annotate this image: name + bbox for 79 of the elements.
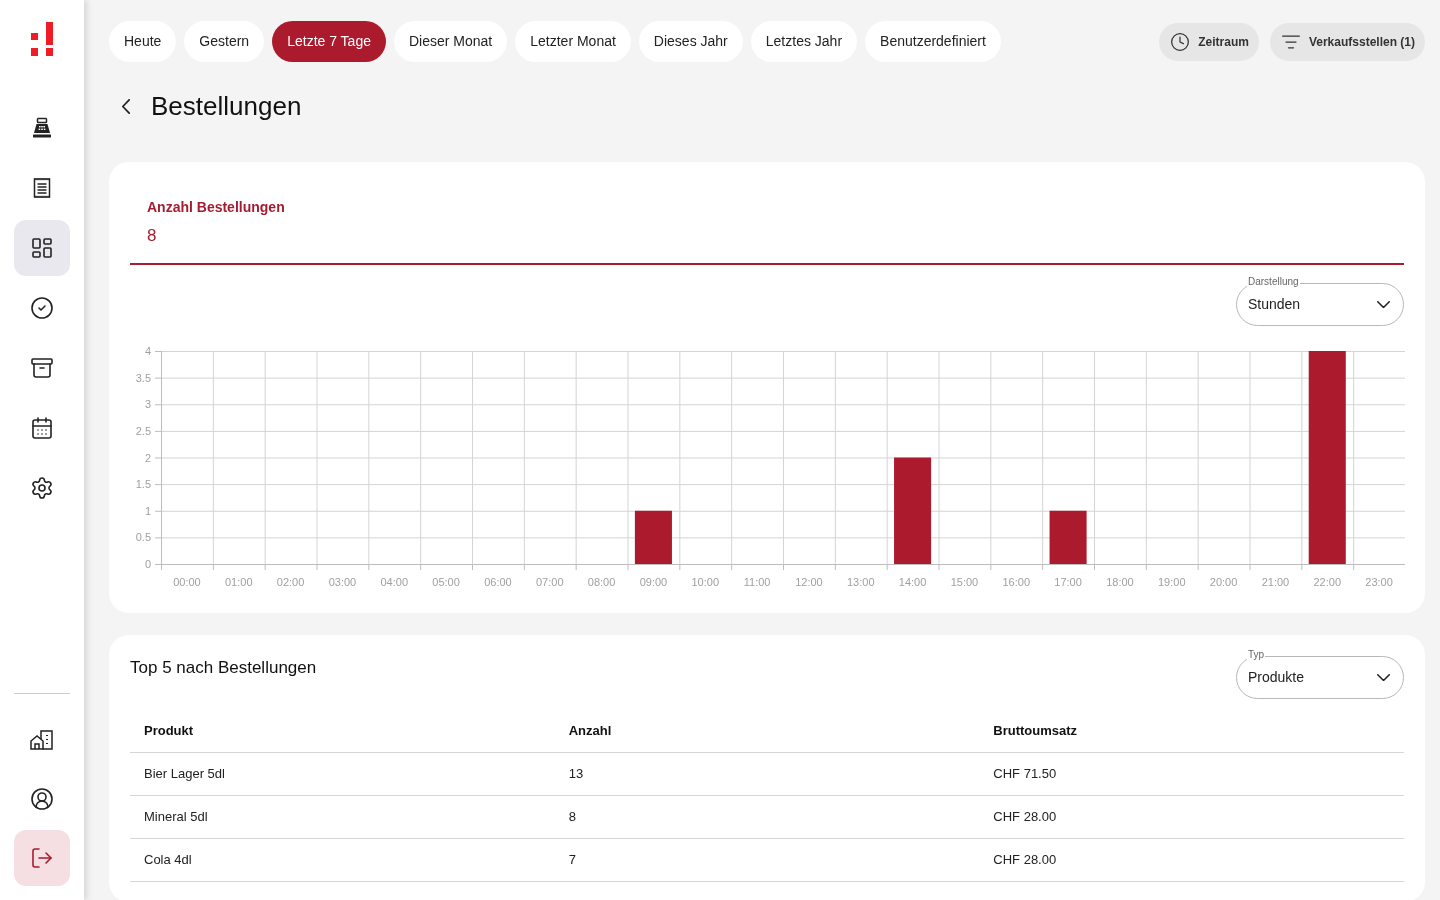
table-cell-text: Mineral 5dl [143,808,208,827]
period-tab[interactable]: Gestern [184,21,265,62]
axis-label: 13:00 [847,576,875,588]
axis-label: 3 [144,398,151,411]
select-label: Darstellung [1247,276,1300,288]
table-cell-text: 13 [567,765,584,784]
column-header: Anzahl [567,721,612,740]
clock-icon [1170,31,1191,52]
metric-label: Anzahl Bestellungen [147,198,285,216]
chart-bar [1049,510,1087,564]
axis-label: 16:00 [1002,576,1030,588]
axis-label: 02:00 [276,576,305,588]
user-circle-icon [30,787,54,811]
axis-label: 0.5 [135,531,151,544]
axis-label: 07:00 [536,576,564,588]
axis-label: 0 [144,558,151,570]
axis-label: 09:00 [639,576,668,588]
chevron-down-icon [1377,673,1390,682]
axis-label: 15:00 [950,576,979,588]
axis-label: 1 [144,504,151,517]
logout-button[interactable] [14,830,70,886]
period-tab[interactable]: Dieser Monat [394,21,508,62]
metric-value: 8 [147,225,157,247]
axis-label: 18:00 [1106,576,1134,588]
page-title: Bestellungen [151,90,302,122]
logo-icon [30,22,54,57]
archive-box-icon [30,356,54,380]
axis-label: 10:00 [691,576,719,588]
chart-bar [634,510,672,564]
axis-label: 08:00 [587,576,616,588]
axis-label: 2.5 [135,424,151,437]
back-icon [122,98,130,114]
axis-label: 14:00 [898,576,927,588]
table-cell-text: CHF 71.50 [992,765,1057,784]
table-cell-text: CHF 28.00 [992,808,1057,827]
axis-label: 06:00 [484,576,512,588]
house-building-icon [29,728,55,752]
column-header: Bruttoumsatz [992,721,1078,740]
chevron-down-icon [1377,300,1390,309]
dashboard-icon [30,236,54,260]
axis-label: 05:00 [432,576,460,588]
select-label: Typ [1247,649,1266,661]
table-cell-text: Bier Lager 5dl [143,765,225,784]
axis-label: 11:00 [743,576,771,588]
table-cell-text: 8 [567,808,576,827]
axis-label: 12:00 [795,576,823,588]
card-title: Top 5 nach Bestellungen [130,657,317,678]
period-tab[interactable]: Dieses Jahr [638,21,743,62]
axis-label: 3.5 [135,371,151,384]
axis-label: 01:00 [225,576,253,588]
table-cell-text: CHF 28.00 [992,851,1057,870]
column-header: Produkt [143,721,194,740]
period-button[interactable]: Zeitraum [1159,22,1259,61]
period-tab[interactable]: Letztes Jahr [750,21,858,62]
period-tab[interactable]: Letzte 7 Tage [272,21,386,62]
logout-icon [30,846,54,870]
axis-label: 21:00 [1261,576,1290,588]
axis-label: 22:00 [1313,576,1341,588]
check-circle-icon [30,296,54,320]
axis-label: 23:00 [1365,576,1393,588]
period-tab[interactable]: Letzter Monat [515,21,631,62]
sidebar-nav-item[interactable] [14,220,70,276]
axis-label: 20:00 [1209,576,1238,588]
axis-label: 2 [144,451,151,464]
filter-button[interactable]: Verkaufsstellen (1) [1269,22,1425,61]
axis-label: 4 [144,345,151,357]
axis-label: 1.5 [135,478,151,491]
period-tab[interactable]: Benutzerdefiniert [865,21,1001,62]
axis-label: 00:00 [173,576,201,588]
axis-label: 19:00 [1158,576,1186,588]
axis-label: 03:00 [328,576,357,588]
axis-label: 17:00 [1054,576,1082,588]
calendar-icon [30,416,54,440]
settings-icon [30,476,54,500]
period-tab[interactable]: Heute [109,21,177,62]
axis-label: 04:00 [380,576,408,588]
table-cell-text: Cola 4dl [143,851,192,870]
table-cell-text: 7 [567,851,576,870]
cash-register-icon [30,116,54,140]
